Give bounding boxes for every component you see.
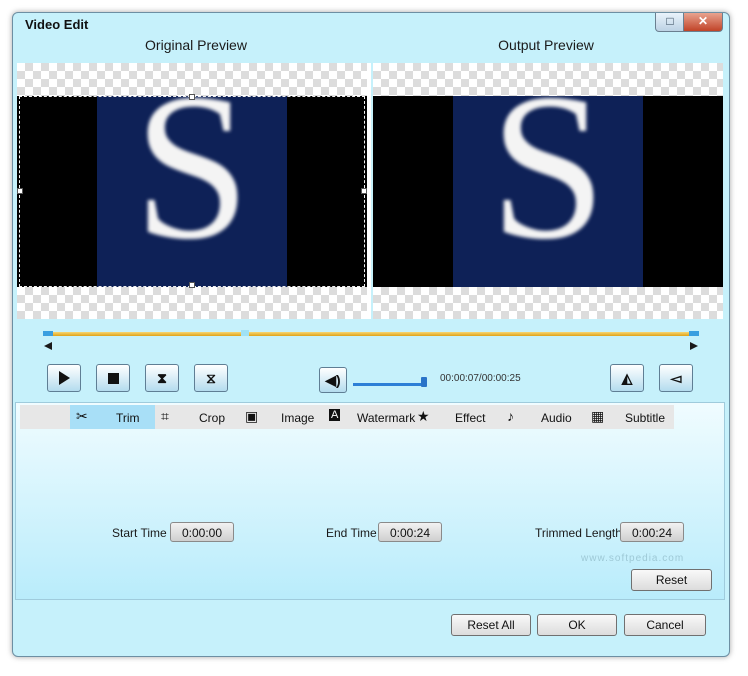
crop-handle-top[interactable] <box>189 94 195 100</box>
crop-handle-left[interactable] <box>17 188 23 194</box>
play-button[interactable] <box>47 364 81 392</box>
close-button[interactable]: ✕ <box>683 13 723 32</box>
tab-crop[interactable]: ⌗ Crop <box>155 405 241 429</box>
stop-button[interactable] <box>96 364 130 392</box>
crop-icon: ⌗ <box>161 408 169 424</box>
video-edit-window: Video Edit □ ✕ Original Preview Output P… <box>12 12 730 657</box>
trimmed-length-label: Trimmed Length <box>535 526 622 540</box>
image-icon: ▣ <box>245 408 259 424</box>
end-time-label: End Time <box>326 526 377 540</box>
tab-crop-label: Crop <box>199 411 226 425</box>
title-bar: Video Edit □ ✕ <box>13 13 729 35</box>
volume-button[interactable]: ◀) <box>319 367 347 393</box>
volume-slider[interactable] <box>353 383 427 386</box>
tab-audio[interactable]: ♪ Audio <box>503 405 587 429</box>
tab-watermark-label: Watermark <box>357 411 416 425</box>
trim-reset-button[interactable]: Reset <box>631 569 712 591</box>
tab-image-label: Image <box>281 411 315 425</box>
output-frame-letter: S <box>489 96 607 283</box>
watermark-icon: A <box>329 409 341 421</box>
tab-trim-label: Trim <box>116 411 140 425</box>
mark-out-icon: ⧖ <box>206 369 216 386</box>
softpedia-watermark: www.softpedia.com <box>581 553 685 564</box>
tab-audio-label: Audio <box>541 411 572 425</box>
trim-end-handle-icon[interactable] <box>690 342 698 350</box>
volume-slider-knob[interactable] <box>421 377 427 387</box>
tab-subtitle-label: Subtitle <box>625 411 666 425</box>
reset-all-button[interactable]: Reset All <box>451 614 531 636</box>
end-time-field[interactable]: 0:00:24 <box>378 522 442 542</box>
close-icon: ✕ <box>697 14 709 28</box>
output-preview-title: Output Preview <box>498 37 594 53</box>
mark-in-icon: ⧗ <box>157 369 167 386</box>
timeline-bar[interactable] <box>43 332 699 336</box>
edit-tab-panel: ✂ Trim ⌗ Crop ▣ Image A Watermark ★ Effe… <box>15 402 725 600</box>
crop-selection-box[interactable] <box>19 96 365 287</box>
time-display: 00:00:07/00:00:25 <box>440 373 521 384</box>
trimmed-length-field: 0:00:24 <box>620 522 684 542</box>
tab-effect[interactable]: ★ Effect <box>417 405 503 429</box>
play-icon <box>58 371 70 385</box>
tab-effect-label: Effect <box>455 411 486 425</box>
tab-image[interactable]: ▣ Image <box>241 405 325 429</box>
output-frame-image: S <box>453 96 643 287</box>
tab-trim[interactable]: ✂ Trim <box>70 405 155 429</box>
stop-icon <box>107 372 119 384</box>
star-icon: ★ <box>417 408 430 424</box>
timeline-playhead[interactable] <box>241 330 249 336</box>
flip-horizontal-button[interactable]: ◭ <box>610 364 644 392</box>
original-preview-pane[interactable]: S <box>17 63 367 319</box>
maximize-button[interactable]: □ <box>655 13 685 32</box>
output-video-frame: S <box>373 96 723 287</box>
flip-vertical-icon: ◅ <box>670 369 682 386</box>
window-title: Video Edit <box>25 17 89 32</box>
set-end-button[interactable]: ⧖ <box>194 364 228 392</box>
subtitle-icon: ▦ <box>591 408 605 424</box>
flip-vertical-button[interactable]: ◅ <box>659 364 693 392</box>
edit-tab-bar: ✂ Trim ⌗ Crop ▣ Image A Watermark ★ Effe… <box>20 405 674 429</box>
preview-divider <box>367 63 371 319</box>
maximize-icon: □ <box>666 14 674 28</box>
tab-subtitle[interactable]: ▦ Subtitle <box>587 405 674 429</box>
timeline-start-marker <box>43 331 53 336</box>
original-preview-title: Original Preview <box>145 37 247 53</box>
crop-handle-bottom[interactable] <box>189 282 195 288</box>
cancel-button[interactable]: Cancel <box>624 614 706 636</box>
trim-start-handle-icon[interactable] <box>44 342 52 350</box>
output-preview-pane: S <box>373 63 723 319</box>
timeline-end-marker <box>689 331 699 336</box>
start-time-label: Start Time <box>112 526 167 540</box>
tab-watermark[interactable]: A Watermark <box>325 405 417 429</box>
set-start-button[interactable]: ⧗ <box>145 364 179 392</box>
music-note-icon: ♪ <box>507 408 514 424</box>
scissors-icon: ✂ <box>76 408 88 424</box>
speaker-icon: ◀) <box>325 371 341 388</box>
ok-button[interactable]: OK <box>537 614 617 636</box>
start-time-field[interactable]: 0:00:00 <box>170 522 234 542</box>
flip-horizontal-icon: ◭ <box>621 369 633 386</box>
